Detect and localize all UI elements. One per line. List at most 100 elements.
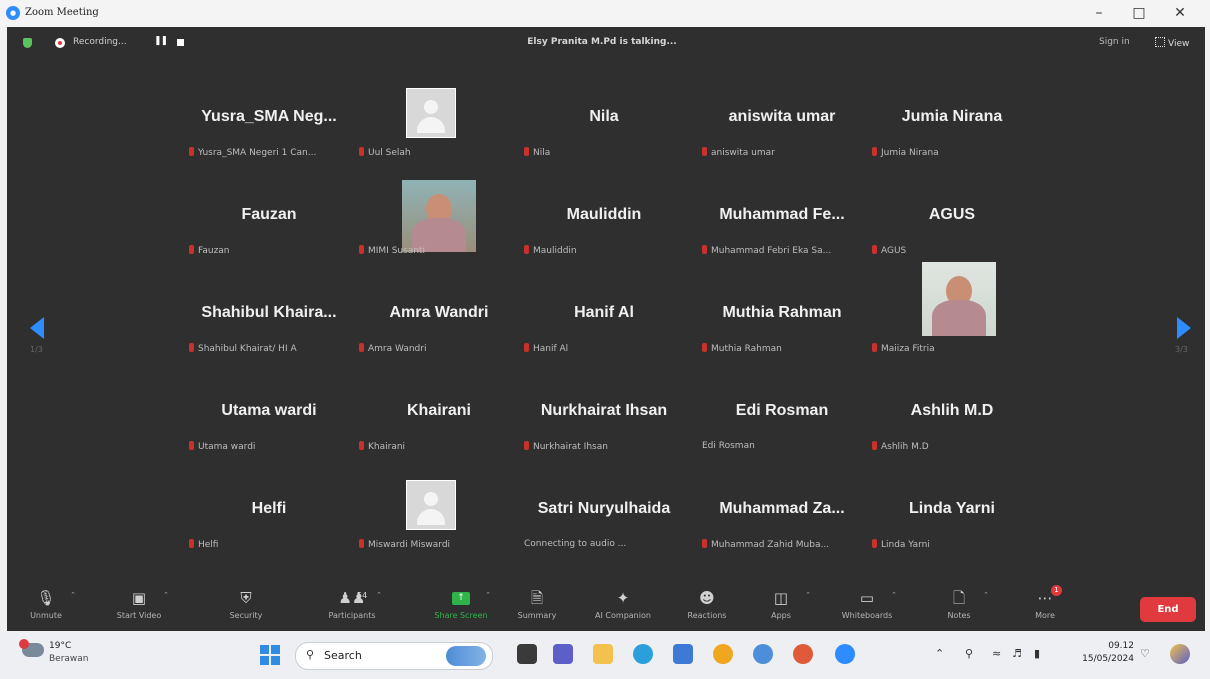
notification-bell-icon[interactable]: ♡ [1140, 647, 1150, 660]
participant-tile[interactable]: Linda Yarni Linda Yarni [864, 484, 1040, 576]
chrome-icon[interactable] [713, 644, 733, 664]
weather-temperature[interactable]: 19°C [49, 641, 71, 651]
end-meeting-button[interactable]: End [1140, 597, 1196, 622]
clock-time: 09.12 [1108, 641, 1134, 651]
volume-icon[interactable]: ♬ [1012, 647, 1022, 660]
participant-tile[interactable]: Nurkhairat Ihsan Nurkhairat Ihsan [516, 386, 692, 478]
participant-tile[interactable]: Amra Wandri Amra Wandri [351, 288, 527, 380]
participant-tile[interactable]: Utama wardi Utama wardi [181, 386, 357, 478]
next-page-arrow-icon[interactable] [1177, 317, 1191, 339]
teams-icon[interactable] [553, 644, 573, 664]
location-icon[interactable]: ⚲ [965, 647, 973, 660]
participant-tile[interactable]: Muhammad Za... Muhammad Zahid Muba... [694, 484, 870, 576]
copilot-icon[interactable] [1170, 644, 1190, 664]
previous-page-arrow-icon[interactable] [30, 317, 44, 339]
unmute-button[interactable]: 🎙︎ ⌃ Unmute [8, 585, 84, 629]
start-video-button[interactable]: ▣ ⌃ Start Video [101, 585, 177, 629]
participant-label: Linda Yarni [872, 539, 1032, 550]
chevron-up-icon[interactable]: ⌃ [485, 591, 491, 599]
participant-label: Mauliddin [524, 245, 684, 256]
participant-tile[interactable]: Muthia Rahman Muthia Rahman [694, 288, 870, 380]
participant-tile[interactable]: Nila Nila [516, 92, 692, 184]
muted-mic-icon [702, 343, 707, 352]
participant-label-text: Jumia Nirana [881, 148, 939, 158]
participant-label: Helfi [189, 539, 349, 550]
participants-button[interactable]: ♟♟ 54 ⌃ Participants [314, 585, 390, 629]
participant-label-text: AGUS [881, 246, 907, 256]
minimize-button[interactable]: – [1082, 3, 1116, 23]
participant-tile[interactable]: Uul Selah [351, 88, 527, 184]
chevron-up-icon[interactable]: ⌃ [805, 591, 811, 599]
participant-tile[interactable]: Mauliddin Mauliddin [516, 190, 692, 282]
participant-label: Connecting to audio ... [524, 539, 684, 549]
start-video-label: Start Video [116, 611, 162, 620]
close-button[interactable]: ✕ [1163, 3, 1197, 23]
chevron-up-icon[interactable]: ⌃ [163, 591, 169, 599]
participant-tile[interactable]: aniswita umar aniswita umar [694, 92, 870, 184]
chevron-up-icon[interactable]: ⌃ [376, 591, 382, 599]
participant-tile[interactable]: Satri Nuryulhaida Connecting to audio ... [516, 484, 692, 576]
participant-label: Nila [524, 147, 684, 158]
whiteboards-button[interactable]: ▭ ⌃ Whiteboards [829, 585, 905, 629]
participant-tile[interactable]: MIMI Susanti [351, 180, 527, 282]
task-view-icon[interactable] [517, 644, 537, 664]
share-screen-icon: ↑ [452, 592, 470, 605]
more-button[interactable]: ⋯ 1 More [1007, 585, 1083, 629]
participant-name: Muhammad Fe... [719, 206, 845, 223]
participant-tile[interactable]: Edi Rosman Edi Rosman [694, 386, 870, 478]
weather-cloud-icon[interactable] [19, 639, 44, 657]
apps-button[interactable]: ◫ ⌃ Apps [743, 585, 819, 629]
participant-tile[interactable]: Jumia Nirana Jumia Nirana [864, 92, 1040, 184]
chevron-up-icon[interactable]: ⌃ [983, 591, 989, 599]
pause-recording-button[interactable]: ❚❚ [154, 36, 168, 46]
participant-label-text: Muhammad Febri Eka Sa... [711, 246, 832, 256]
microsoft-store-icon[interactable] [673, 644, 693, 664]
summary-button[interactable]: 🗎︎ Summary [499, 585, 575, 629]
system-clock[interactable]: 09.12 15/05/2024 [1072, 640, 1134, 666]
maximize-button[interactable]: □ [1122, 3, 1156, 23]
encryption-shield-icon[interactable] [23, 38, 32, 48]
app-icon[interactable] [793, 644, 813, 664]
battery-icon[interactable]: ▮ [1034, 647, 1040, 660]
notes-button[interactable]: 🗋︎ ⌃ Notes [921, 585, 997, 629]
participant-tile[interactable]: Ashlih M.D Ashlih M.D [864, 386, 1040, 478]
muted-mic-icon [359, 147, 364, 156]
participant-tile[interactable]: Fauzan Fauzan [181, 190, 357, 282]
participant-tile[interactable]: Maiiza Fitria [864, 262, 1040, 380]
weather-description[interactable]: Berawan [49, 654, 89, 664]
participant-tile[interactable]: Shahibul Khaira... Shahibul Khairat/ HI A [181, 288, 357, 380]
participant-name: Utama wardi [221, 402, 317, 419]
muted-mic-icon [359, 343, 364, 352]
taskbar-search-box[interactable]: ⚲ Search [295, 642, 493, 670]
security-button[interactable]: ⛨ Security [208, 585, 284, 629]
stop-recording-button[interactable] [177, 39, 184, 46]
windows-start-icon[interactable] [260, 645, 280, 665]
file-explorer-icon[interactable] [593, 644, 613, 664]
chevron-up-icon[interactable]: ⌃ [891, 591, 897, 599]
participant-name: AGUS [928, 206, 976, 223]
show-hidden-icons-chevron-icon[interactable]: ⌃ [935, 647, 944, 660]
whiteboards-label: Whiteboards [841, 611, 893, 620]
share-screen-button[interactable]: ↑ ⌃ Share Screen [423, 585, 499, 629]
participant-tile[interactable]: Helfi Helfi [181, 484, 357, 576]
participant-tile[interactable]: Muhammad Fe... Muhammad Febri Eka Sa... [694, 190, 870, 282]
reactions-button[interactable]: ☻ Reactions [669, 585, 745, 629]
participant-tile[interactable]: Miswardi Miswardi [351, 480, 527, 576]
settings-gear-icon[interactable] [753, 644, 773, 664]
ai-companion-button[interactable]: ✦ AI Companion [585, 585, 661, 629]
participant-video [402, 180, 476, 252]
edge-browser-icon[interactable] [633, 644, 653, 664]
view-button[interactable]: View [1155, 37, 1189, 49]
participant-tile[interactable]: Hanif Al Hanif Al [516, 288, 692, 380]
participant-tile[interactable]: Yusra_SMA Neg... Yusra_SMA Negeri 1 Can..… [181, 92, 357, 184]
wifi-icon[interactable]: ≈ [992, 647, 1001, 660]
participant-name: Mauliddin [566, 206, 642, 223]
chevron-up-icon[interactable]: ⌃ [70, 591, 76, 599]
zoom-taskbar-icon[interactable] [835, 644, 855, 664]
sign-in-link[interactable]: Sign in [1099, 37, 1130, 47]
muted-mic-icon [524, 245, 529, 254]
participant-label: Uul Selah [359, 147, 519, 158]
recording-label[interactable]: Recording... [73, 37, 127, 47]
participant-name: Yusra_SMA Neg... [201, 108, 337, 125]
participant-tile[interactable]: Khairani Khairani [351, 386, 527, 478]
